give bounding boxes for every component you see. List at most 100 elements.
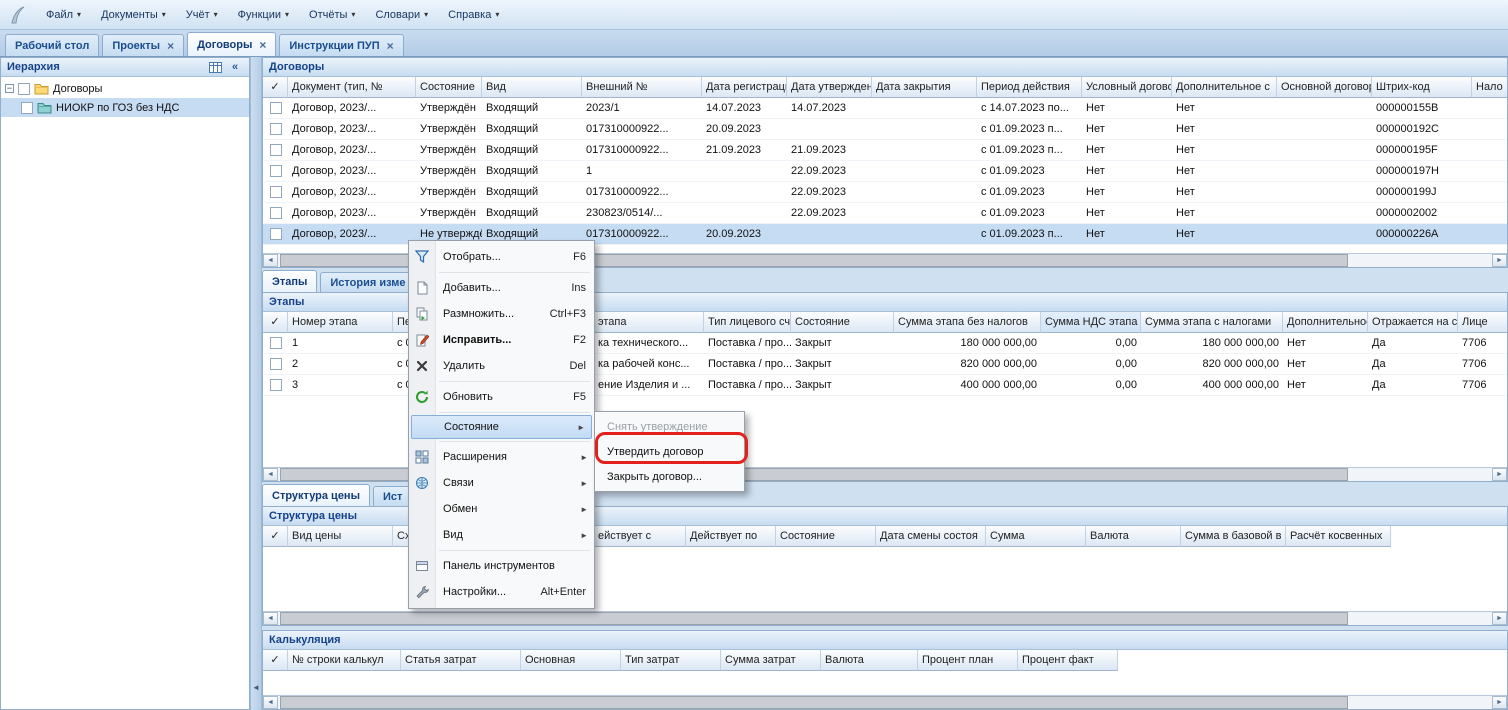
column-header[interactable]: Внешний № <box>582 77 702 98</box>
row-checkbox[interactable] <box>270 337 282 349</box>
tab-close-icon[interactable]: × <box>167 41 174 51</box>
menubar-item-accounting[interactable]: Учёт▾ <box>176 0 228 29</box>
table-row[interactable]: Договор, 2023/...УтверждёнВходящий017310… <box>263 119 1507 140</box>
tab-close-icon[interactable]: × <box>259 40 266 50</box>
column-header[interactable]: Расчёт косвенных <box>1286 526 1391 547</box>
column-header[interactable]: Сумма НДС этапа <box>1041 312 1141 333</box>
table-row[interactable]: Договор, 2023/...УтверждёнВходящий017310… <box>263 140 1507 161</box>
column-header[interactable]: Сумма <box>986 526 1086 547</box>
menu-item-edit[interactable]: Исправить...F2 <box>409 327 594 353</box>
column-header[interactable]: Дополнительное с <box>1283 312 1368 333</box>
column-header[interactable]: Валюта <box>821 650 918 671</box>
menu-item-delete[interactable]: УдалитьDel <box>409 353 594 379</box>
menu-item-settings[interactable]: Настройки...Alt+Enter <box>409 579 594 605</box>
column-header[interactable]: Процент факт <box>1018 650 1118 671</box>
column-header[interactable]: № строки калькул <box>288 650 401 671</box>
table-row[interactable]: Договор, 2023/...УтверждёнВходящий230823… <box>263 203 1507 224</box>
tree-node[interactable]: −Договоры <box>1 79 249 98</box>
menu-item-view[interactable]: Вид► <box>409 522 594 548</box>
menu-item-state[interactable]: Состояние► <box>411 415 592 439</box>
tab-price-history[interactable]: Ист <box>373 486 412 506</box>
price-hscrollbar[interactable]: ◄ ► <box>263 611 1507 625</box>
panel-splitter[interactable]: ◄ <box>250 57 262 710</box>
menu-item-extensions[interactable]: Расширения► <box>409 444 594 470</box>
row-checkbox[interactable] <box>270 102 282 114</box>
column-header[interactable]: Основная <box>521 650 621 671</box>
scroll-thumb[interactable] <box>280 696 1348 709</box>
column-header[interactable]: ействует с <box>594 526 686 547</box>
tree-node[interactable]: НИОКР по ГОЗ без НДС <box>1 98 249 117</box>
column-header[interactable]: Сумма этапа без налогов <box>894 312 1041 333</box>
column-header[interactable]: Вид <box>482 77 582 98</box>
column-header[interactable]: Тип лицевого счёт <box>704 312 791 333</box>
menu-item-close-contract[interactable]: Закрыть договор... <box>595 464 744 489</box>
column-header[interactable]: Валюта <box>1086 526 1181 547</box>
tab-price-structure[interactable]: Структура цены <box>262 484 370 506</box>
row-checkbox[interactable] <box>270 123 282 135</box>
column-header[interactable]: Номер этапа <box>288 312 393 333</box>
column-header[interactable]: ✓ <box>263 650 288 671</box>
scroll-right-icon[interactable]: ► <box>1492 696 1507 709</box>
column-header[interactable]: Тип затрат <box>621 650 721 671</box>
scroll-left-icon[interactable]: ◄ <box>263 696 278 709</box>
menubar-item-help[interactable]: Справка▾ <box>438 0 509 29</box>
column-header[interactable]: Период действия <box>977 77 1082 98</box>
hierarchy-collapse-button[interactable]: « <box>227 60 243 74</box>
scroll-left-icon[interactable]: ◄ <box>263 612 278 625</box>
menu-item-approve-contract[interactable]: Утвердить договор <box>595 439 744 464</box>
hierarchy-grid-button[interactable] <box>207 60 223 74</box>
menu-item-refresh[interactable]: ОбновитьF5 <box>409 384 594 410</box>
column-header[interactable]: Дата закрытия <box>872 77 977 98</box>
tab-stages[interactable]: Этапы <box>262 270 317 292</box>
table-row[interactable]: Договор, 2023/...УтверждёнВходящий017310… <box>263 182 1507 203</box>
column-header[interactable]: Дополнительное с <box>1172 77 1277 98</box>
column-header[interactable]: ✓ <box>263 312 288 333</box>
column-header[interactable]: Дата регистрации <box>702 77 787 98</box>
column-header[interactable]: ✓ <box>263 77 288 98</box>
calc-hscrollbar[interactable]: ◄ ► <box>263 695 1507 709</box>
menubar-item-functions[interactable]: Функции▾ <box>228 0 299 29</box>
row-checkbox[interactable] <box>270 207 282 219</box>
menu-item-links[interactable]: Связи► <box>409 470 594 496</box>
table-row[interactable]: Договор, 2023/...УтверждёнВходящий122.09… <box>263 161 1507 182</box>
column-header[interactable]: Сумма затрат <box>721 650 821 671</box>
column-header[interactable]: Условный договор <box>1082 77 1172 98</box>
column-header[interactable]: Отражается на су <box>1368 312 1458 333</box>
tab-contracts[interactable]: Договоры× <box>187 32 276 56</box>
column-header[interactable]: Штрих-код <box>1372 77 1472 98</box>
menu-item-duplicate[interactable]: Размножить...Ctrl+F3 <box>409 301 594 327</box>
column-header[interactable]: этапа <box>594 312 704 333</box>
tab-stages-history[interactable]: История изме <box>320 272 415 292</box>
column-header[interactable]: Лице <box>1458 312 1507 333</box>
row-checkbox[interactable] <box>270 186 282 198</box>
splitter-collapse-arrow[interactable]: ◄ <box>252 683 260 692</box>
column-header[interactable]: Состояние <box>416 77 482 98</box>
column-header[interactable]: Основной договор <box>1277 77 1372 98</box>
column-header[interactable]: Дата утверждения <box>787 77 872 98</box>
menubar-item-reports[interactable]: Отчёты▾ <box>299 0 365 29</box>
tab-desktop[interactable]: Рабочий стол <box>5 34 99 56</box>
row-checkbox[interactable] <box>270 379 282 391</box>
row-checkbox[interactable] <box>270 165 282 177</box>
tree-checkbox[interactable] <box>21 102 33 114</box>
column-header[interactable]: Сумма этапа с налогами <box>1141 312 1283 333</box>
scroll-right-icon[interactable]: ► <box>1492 612 1507 625</box>
column-header[interactable]: Дата смены состоя <box>876 526 986 547</box>
column-header[interactable]: ✓ <box>263 526 288 547</box>
menubar-item-documents[interactable]: Документы▾ <box>91 0 176 29</box>
menubar-item-file[interactable]: Файл▾ <box>36 0 91 29</box>
table-row[interactable]: Договор, 2023/...УтверждёнВходящий2023/1… <box>263 98 1507 119</box>
column-header[interactable]: Состояние <box>791 312 894 333</box>
column-header[interactable]: Документ (тип, № <box>288 77 416 98</box>
tab-close-icon[interactable]: × <box>387 41 394 51</box>
menu-item-select[interactable]: Отобрать...F6 <box>409 244 594 270</box>
row-checkbox[interactable] <box>270 144 282 156</box>
menu-item-toolbar-panel[interactable]: Панель инструментов <box>409 553 594 579</box>
column-header[interactable]: Действует по <box>686 526 776 547</box>
menubar-item-dictionaries[interactable]: Словари▾ <box>365 0 438 29</box>
scroll-left-icon[interactable]: ◄ <box>263 468 278 481</box>
scroll-right-icon[interactable]: ► <box>1492 254 1507 267</box>
menu-item-add[interactable]: Добавить...Ins <box>409 275 594 301</box>
row-checkbox[interactable] <box>270 358 282 370</box>
column-header[interactable]: Статья затрат <box>401 650 521 671</box>
